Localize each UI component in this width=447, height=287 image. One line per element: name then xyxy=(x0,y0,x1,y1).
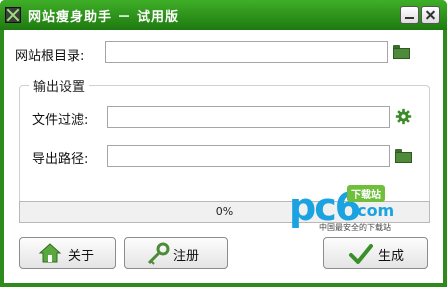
app-window: 网站瘦身助手 － 试用版 网站根目录: 输出设置 文件过滤: 导出路径: 0% … xyxy=(0,0,447,287)
logo-tagline: 中国最安全的下载站 xyxy=(319,223,391,232)
title-bar[interactable]: 网站瘦身助手 － 试用版 xyxy=(0,0,447,30)
register-label: 注册 xyxy=(173,249,200,264)
root-dir-input[interactable] xyxy=(105,41,388,63)
app-icon xyxy=(5,7,21,23)
export-path-input[interactable] xyxy=(107,145,390,167)
root-dir-label: 网站根目录: xyxy=(15,49,85,64)
generate-label: 生成 xyxy=(378,249,405,264)
key-icon xyxy=(147,242,170,265)
output-settings-title: 输出设置 xyxy=(29,76,90,95)
window-title: 网站瘦身助手 － 试用版 xyxy=(28,10,180,25)
checkmark-icon xyxy=(349,244,373,264)
generate-button[interactable]: 生成 xyxy=(323,237,428,269)
pc6-watermark-logo: pc6 下载站 .com 中国最安全的下载站 xyxy=(289,185,419,235)
folder-icon[interactable] xyxy=(393,45,410,59)
logo-badge: 下载站 xyxy=(347,185,385,202)
file-filter-label: 文件过滤: xyxy=(32,113,89,128)
minimize-button[interactable] xyxy=(400,6,419,24)
about-button[interactable]: 关于 xyxy=(19,237,116,269)
register-button[interactable]: 注册 xyxy=(124,237,228,269)
about-label: 关于 xyxy=(68,249,95,264)
logo-domain: .com xyxy=(351,201,395,220)
export-path-label: 导出路径: xyxy=(32,152,89,167)
home-icon xyxy=(38,243,62,263)
file-filter-input[interactable] xyxy=(107,106,390,128)
close-button[interactable] xyxy=(421,6,440,24)
gear-icon[interactable] xyxy=(395,108,412,125)
folder-icon[interactable] xyxy=(395,149,412,163)
client-area: 网站根目录: 输出设置 文件过滤: 导出路径: 0% pc6 下载站 .com … xyxy=(4,30,443,283)
